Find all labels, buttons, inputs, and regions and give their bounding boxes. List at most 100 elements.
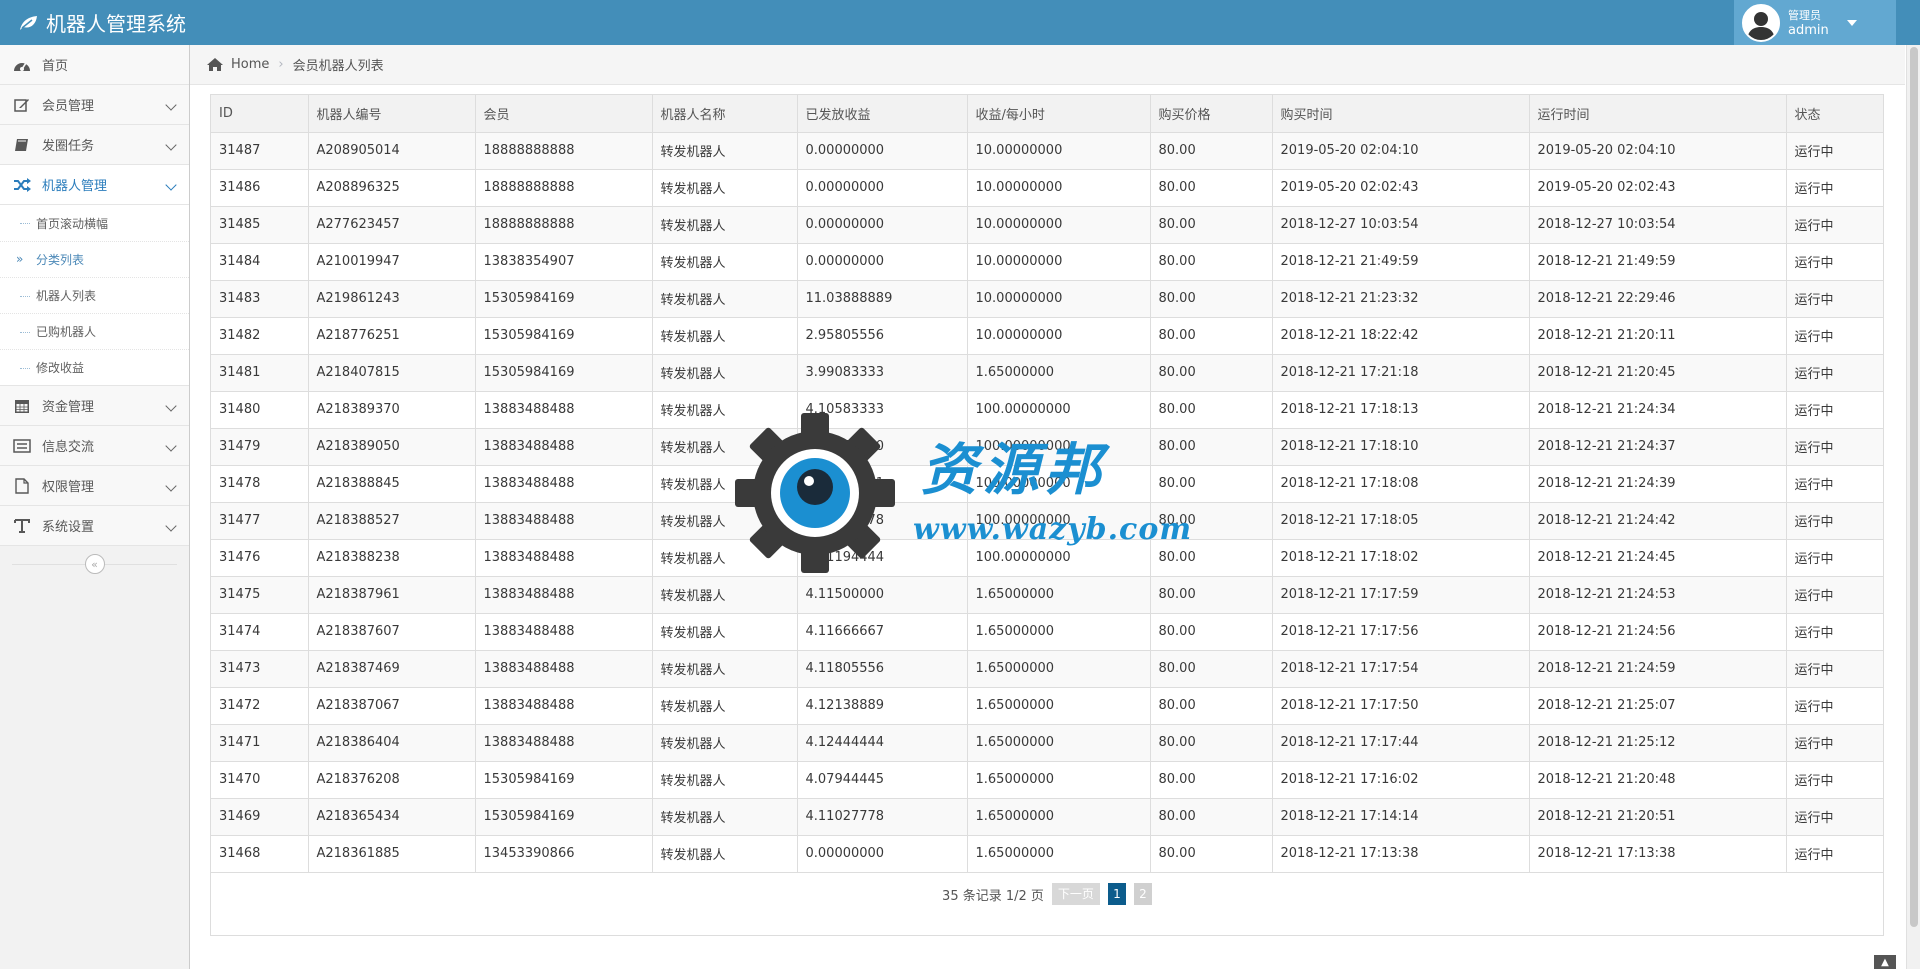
submenu-item-label: 分类列表: [36, 253, 85, 267]
table-cell: 2018-12-21 21:20:11: [1528, 316, 1787, 355]
table-cell: 31485: [211, 205, 309, 244]
table-cell: A218388238: [307, 538, 476, 577]
table-cell: A208896325: [307, 168, 476, 207]
table-row: 31483 A219861243 15305984169 转发机器人 11.038888…: [211, 279, 1883, 318]
table-cell: 2018-12-21 17:17:54: [1271, 649, 1530, 688]
table-cell: 10.00000000: [966, 279, 1151, 318]
breadcrumb-home-link[interactable]: Home: [231, 57, 269, 72]
table-row: 31477 A218388527 13883488488 转发机器人 4.1102777…: [211, 501, 1883, 540]
pagination: 35 条记录 1/2 页 下一页 1 2: [211, 883, 1883, 905]
dashboard-icon: [12, 57, 32, 73]
sidebar-item-label: 发圈任务: [42, 139, 95, 154]
table-cell: 运行中: [1785, 316, 1883, 355]
shuffle-icon: [12, 177, 32, 193]
page-1-button[interactable]: 1: [1107, 883, 1126, 905]
table-cell: 31476: [211, 538, 309, 577]
table-cell: 18888888888: [474, 131, 653, 170]
table-cell: 13453390866: [474, 834, 653, 873]
scrollbar-thumb[interactable]: [1910, 47, 1918, 927]
submenu-item-edit-earnings[interactable]: 修改收益: [0, 349, 189, 385]
page-scrollbar[interactable]: [1906, 45, 1920, 969]
sidebar-item-home[interactable]: 首页: [0, 45, 189, 85]
next-page-button[interactable]: 下一页: [1051, 883, 1100, 905]
table-cell: 100.00000000: [966, 501, 1151, 540]
table-cell: 13883488488: [474, 612, 653, 651]
table-cell: 31469: [211, 797, 309, 836]
table-cell: 13883488488: [474, 427, 653, 466]
sidebar-item-tasks[interactable]: 发圈任务: [0, 125, 189, 165]
table-cell: 2018-12-21 17:21:18: [1271, 353, 1530, 392]
sidebar-item-permissions[interactable]: 权限管理: [0, 466, 189, 506]
submenu-item-category-list[interactable]: » 分类列表: [0, 241, 189, 277]
table-cell: 31480: [211, 390, 309, 429]
submenu-item-purchased-robots[interactable]: 已购机器人: [0, 313, 189, 349]
table-cell: 31478: [211, 464, 309, 503]
table-cell: 31475: [211, 575, 309, 614]
table-cell: 2018-12-21 17:18:13: [1271, 390, 1530, 429]
sidebar-item-messages[interactable]: 信息交流: [0, 426, 189, 466]
table-cell: 80.00: [1149, 686, 1273, 725]
table-cell: A218388527: [307, 501, 476, 540]
table-cell: 80.00: [1149, 353, 1273, 392]
table-cell: 2018-12-21 17:17:50: [1271, 686, 1530, 725]
table-cell: 31484: [211, 242, 309, 281]
table-cell: 31479: [211, 427, 309, 466]
table-cell: A218388845: [307, 464, 476, 503]
table-cell: 转发机器人: [651, 501, 798, 540]
column-header: 会员: [474, 95, 653, 133]
table-cell: 2018-12-21 17:18:05: [1271, 501, 1530, 540]
sidebar-item-members[interactable]: 会员管理: [0, 85, 189, 125]
sidebar-item-funds[interactable]: 资金管理: [0, 386, 189, 426]
brand[interactable]: 机器人管理系统: [18, 0, 186, 45]
table-cell: 100.00000000: [966, 464, 1151, 503]
table-cell: 80.00: [1149, 316, 1273, 355]
table-cell: 运行中: [1785, 723, 1883, 762]
app-title: 机器人管理系统: [46, 12, 186, 36]
table-cell: 13883488488: [474, 575, 653, 614]
submenu-item-banner[interactable]: 首页滚动横幅: [0, 205, 189, 241]
table-cell: 10.00000000: [966, 168, 1151, 207]
column-header: 购买价格: [1149, 95, 1273, 133]
table-cell: A218387607: [307, 612, 476, 651]
table-cell: 80.00: [1149, 168, 1273, 207]
table-cell: 15305984169: [474, 316, 653, 355]
table-cell: 2018-12-21 17:13:38: [1528, 834, 1787, 873]
table-cell: 2018-12-21 17:17:44: [1271, 723, 1530, 762]
breadcrumb-separator-icon: ›: [278, 57, 284, 72]
table-cell: A208905014: [307, 131, 476, 170]
table-cell: 2018-12-21 21:24:45: [1528, 538, 1787, 577]
table-row: 31485 A277623457 18888888888 转发机器人 0.0000000…: [211, 205, 1883, 244]
submenu-item-robot-list[interactable]: 机器人列表: [0, 277, 189, 313]
table-cell: 80.00: [1149, 279, 1273, 318]
table-row: 31481 A218407815 15305984169 转发机器人 3.9908333…: [211, 353, 1883, 392]
table-cell: 15305984169: [474, 353, 653, 392]
table-cell: 2018-12-21 21:25:12: [1528, 723, 1787, 762]
table-cell: 0.00000000: [796, 168, 968, 207]
page-2-button[interactable]: 2: [1133, 883, 1152, 905]
sidebar-item-settings[interactable]: 系统设置: [0, 506, 189, 546]
table-cell: 13883488488: [474, 538, 653, 577]
sidebar-item-robots[interactable]: 机器人管理: [0, 165, 189, 205]
table-cell: 80.00: [1149, 797, 1273, 836]
table-row: 31470 A218376208 15305984169 转发机器人 4.0794444…: [211, 760, 1883, 799]
table-cell: A218387961: [307, 575, 476, 614]
table-cell: 2018-12-21 21:24:39: [1528, 464, 1787, 503]
table-cell: 转发机器人: [651, 205, 798, 244]
table-row: 31476 A218388238 13883488488 转发机器人 4.1119444…: [211, 538, 1883, 577]
submenu-item-label: 修改收益: [36, 361, 85, 375]
table-cell: 1.65000000: [966, 575, 1151, 614]
table-cell: 运行中: [1785, 242, 1883, 281]
text-icon: [12, 518, 32, 534]
table-cell: 31468: [211, 834, 309, 873]
table-cell: 转发机器人: [651, 316, 798, 355]
table-cell: 2018-12-21 17:17:59: [1271, 575, 1530, 614]
double-chevron-left-icon[interactable]: «: [84, 554, 105, 574]
table-cell: 80.00: [1149, 575, 1273, 614]
scroll-top-icon[interactable]: ▲: [1874, 955, 1896, 969]
table-cell: 31482: [211, 316, 309, 355]
table-cell: 运行中: [1785, 501, 1883, 540]
table-cell: 2018-12-27 10:03:54: [1528, 205, 1787, 244]
table-cell: 运行中: [1785, 612, 1883, 651]
book-icon: [12, 137, 32, 153]
user-menu[interactable]: 管理员 admin: [1734, 0, 1896, 45]
